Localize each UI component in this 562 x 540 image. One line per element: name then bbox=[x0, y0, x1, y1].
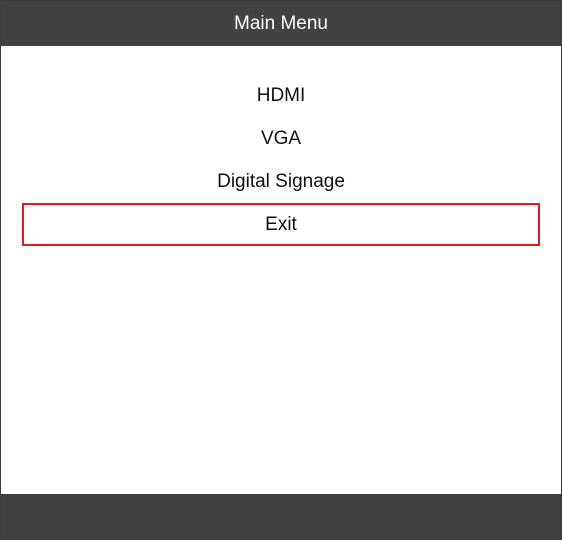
menu-item-exit[interactable]: Exit bbox=[22, 203, 540, 246]
menu-title: Main Menu bbox=[234, 12, 328, 34]
osd-main-menu-window: Main Menu HDMI VGA Digital Signage Exit bbox=[0, 0, 562, 540]
menu-item-label: Exit bbox=[265, 214, 297, 235]
menu-item-digital-signage[interactable]: Digital Signage bbox=[1, 160, 561, 203]
menu-item-hdmi[interactable]: HDMI bbox=[1, 74, 561, 117]
menu-item-label: VGA bbox=[260, 128, 302, 149]
menu-item-label: HDMI bbox=[256, 85, 306, 106]
footer-bar bbox=[1, 494, 561, 539]
menu-item-label: Digital Signage bbox=[217, 171, 345, 192]
menu-list: HDMI VGA Digital Signage Exit bbox=[1, 74, 561, 246]
header-bar: Main Menu bbox=[1, 1, 561, 46]
menu-item-vga[interactable]: VGA bbox=[1, 117, 561, 160]
